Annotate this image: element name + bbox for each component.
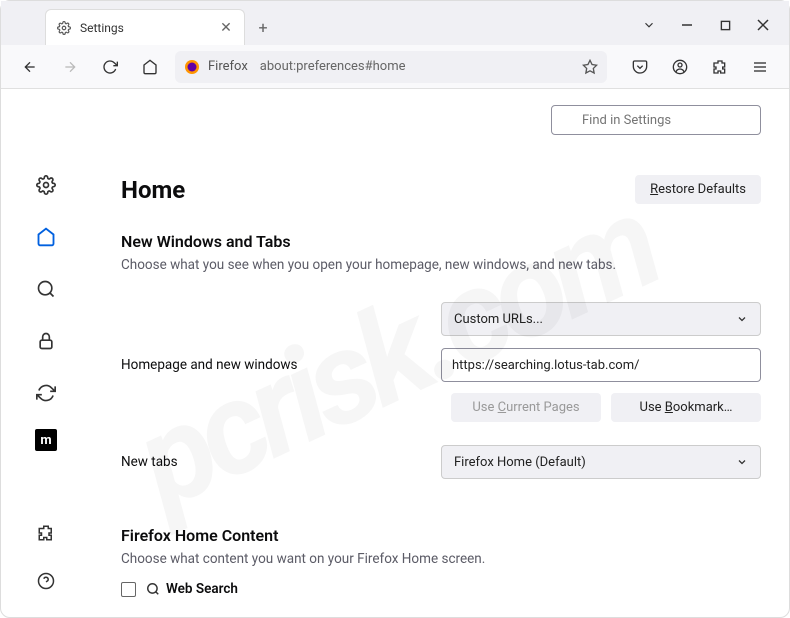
- menu-icon[interactable]: [745, 52, 775, 82]
- homepage-dropdown[interactable]: Custom URLs...: [441, 302, 761, 336]
- use-bookmark-button[interactable]: Use Bookmark…: [611, 393, 761, 422]
- section-description: Choose what content you want on your Fir…: [121, 551, 761, 567]
- chevron-down-icon: [736, 313, 748, 325]
- back-button[interactable]: [15, 52, 45, 82]
- toolbar: Firefox about:preferences#home: [1, 45, 789, 89]
- maximize-button[interactable]: [715, 15, 735, 35]
- url-bar[interactable]: Firefox about:preferences#home: [175, 51, 607, 83]
- homepage-url-input[interactable]: [441, 348, 761, 382]
- new-tab-button[interactable]: +: [249, 13, 277, 41]
- newtabs-dropdown[interactable]: Firefox Home (Default): [441, 445, 761, 479]
- sidebar-search-icon[interactable]: [30, 273, 62, 305]
- newtabs-label: New tabs: [121, 454, 441, 470]
- close-window-button[interactable]: [753, 15, 773, 35]
- page-title: Home: [121, 176, 185, 204]
- minimize-button[interactable]: [677, 15, 697, 35]
- sidebar-privacy-icon[interactable]: [30, 325, 62, 357]
- sidebar-help-icon[interactable]: [30, 565, 62, 597]
- close-icon[interactable]: ✕: [218, 20, 234, 36]
- use-current-pages-button[interactable]: Use Current Pages: [451, 393, 601, 422]
- sidebar-sync-icon[interactable]: [30, 377, 62, 409]
- tab-title: Settings: [80, 21, 210, 35]
- dropdown-value: Custom URLs...: [454, 312, 543, 327]
- sidebar-general-icon[interactable]: [30, 169, 62, 201]
- url-brand-label: Firefox: [208, 59, 252, 74]
- websearch-checkbox[interactable]: [121, 582, 136, 597]
- firefox-logo-icon: [184, 59, 200, 75]
- gear-icon: [56, 20, 72, 36]
- url-path: about:preferences#home: [260, 59, 574, 74]
- tabs-dropdown-button[interactable]: [639, 15, 659, 35]
- restore-defaults-button[interactable]: Restore Defaults: [635, 175, 761, 204]
- reload-button[interactable]: [95, 52, 125, 82]
- section-title: New Windows and Tabs: [121, 232, 761, 251]
- forward-button[interactable]: [55, 52, 85, 82]
- extensions-icon[interactable]: [705, 52, 735, 82]
- dropdown-value: Firefox Home (Default): [454, 455, 586, 470]
- find-settings-input[interactable]: [551, 105, 761, 135]
- chevron-down-icon: [736, 456, 748, 468]
- sidebar-extensions-icon[interactable]: [30, 517, 62, 549]
- browser-tab[interactable]: Settings ✕: [45, 9, 245, 45]
- sidebar-home-icon[interactable]: [30, 221, 62, 253]
- home-button[interactable]: [135, 52, 165, 82]
- pocket-icon[interactable]: [625, 52, 655, 82]
- homepage-label: Homepage and new windows: [121, 357, 441, 373]
- section-title: Firefox Home Content: [121, 526, 761, 545]
- tab-bar: Settings ✕ +: [1, 1, 789, 45]
- account-icon[interactable]: [665, 52, 695, 82]
- section-description: Choose what you see when you open your h…: [121, 257, 761, 273]
- settings-sidebar: m: [1, 89, 91, 617]
- search-icon: [146, 582, 160, 596]
- sidebar-more-icon[interactable]: m: [35, 429, 57, 451]
- bookmark-star-icon[interactable]: [582, 59, 598, 75]
- main-content: Home Restore Defaults New Windows and Ta…: [91, 89, 789, 617]
- websearch-label: Web Search: [166, 581, 238, 597]
